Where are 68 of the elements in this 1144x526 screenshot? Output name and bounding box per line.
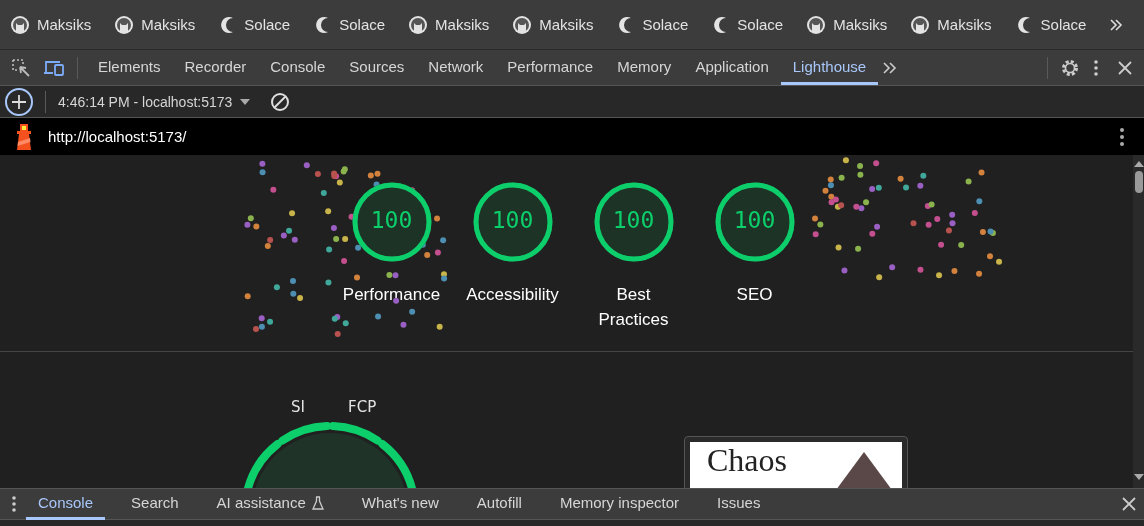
score-value: 100 — [611, 207, 656, 233]
bookmark[interactable]: Maksiks — [806, 14, 888, 35]
close-icon[interactable] — [1118, 60, 1132, 75]
panel-tab[interactable]: Elements — [86, 50, 173, 85]
close-icon[interactable] — [1122, 497, 1136, 511]
bookmark[interactable]: Solace — [616, 16, 689, 33]
cat-icon — [910, 14, 931, 35]
bookmark[interactable]: Maksiks — [512, 14, 594, 35]
bookmark[interactable]: Maksiks — [910, 14, 992, 35]
drawer-tab[interactable]: AI assistance — [204, 488, 336, 520]
chevron-icon[interactable] — [882, 60, 899, 75]
scroll-down-icon[interactable] — [1133, 474, 1144, 480]
panel-tab[interactable]: Sources — [337, 50, 417, 85]
page-url: http://localhost:5173/ — [48, 128, 187, 145]
moon-icon — [1017, 16, 1031, 33]
metric-label: FCP — [348, 398, 377, 417]
moon-icon — [619, 16, 633, 33]
bookmark[interactable]: Maksiks — [10, 14, 92, 35]
scrollbar[interactable] — [1133, 155, 1144, 488]
cat-icon — [806, 14, 827, 35]
settings-icon[interactable] — [1060, 57, 1080, 78]
moon-icon — [316, 16, 330, 33]
new-report-button[interactable] — [5, 87, 33, 116]
cat-icon — [114, 14, 135, 35]
moon-icon — [221, 16, 235, 33]
bookmark[interactable]: Solace — [1014, 16, 1087, 33]
plus-icon — [11, 93, 27, 110]
metric-label: SI — [290, 398, 305, 417]
panel-tab[interactable]: Console — [258, 50, 338, 85]
drawer-tab[interactable]: What's new — [349, 488, 451, 520]
panel-tab[interactable]: Application — [683, 50, 781, 85]
category-label[interactable]: SEO — [736, 282, 773, 307]
chevron-icon[interactable] — [1109, 17, 1124, 32]
cat-icon — [512, 14, 533, 35]
scroll-up-icon[interactable] — [1133, 161, 1144, 167]
category-label[interactable]: Best Practices — [583, 282, 684, 332]
report-dropdown[interactable]: 4:46:14 PM - localhost:5173 — [58, 93, 251, 110]
scrollbar-thumb[interactable] — [1134, 171, 1143, 193]
drawer-tab[interactable]: Search — [119, 488, 191, 520]
screenshot-title: Chaos — [707, 442, 787, 479]
more-icon[interactable] — [1120, 127, 1124, 146]
drawer-tab[interactable]: Autofill — [464, 488, 534, 520]
panel-tab[interactable]: Network — [416, 50, 496, 85]
more-icon[interactable] — [1094, 59, 1098, 76]
category-label[interactable]: Accessibility — [466, 282, 559, 307]
caret-icon — [240, 98, 251, 105]
score-value: 100 — [490, 207, 535, 233]
bookmark[interactable]: Maksiks — [114, 14, 196, 35]
bookmark[interactable]: Solace — [711, 16, 784, 33]
inspect-icon[interactable] — [11, 57, 31, 78]
bookmark[interactable]: Solace — [218, 16, 291, 33]
bookmark[interactable]: Solace — [313, 16, 386, 33]
category-label[interactable]: Performance — [342, 282, 441, 307]
panel-tab[interactable]: Recorder — [172, 50, 259, 85]
lighthouse-icon — [14, 121, 34, 152]
drawer-tab[interactable]: Memory inspector — [547, 488, 692, 520]
flask-icon — [311, 495, 324, 510]
cat-icon — [10, 14, 30, 35]
moon-icon — [714, 16, 728, 33]
clear-icon[interactable] — [270, 91, 291, 112]
bookmark[interactable]: Maksiks — [408, 14, 490, 35]
score-value: 100 — [369, 207, 414, 233]
panel-tab[interactable]: Performance — [495, 50, 606, 85]
score-value: 100 — [732, 207, 777, 233]
drawer-tab[interactable]: Issues — [705, 488, 773, 520]
panel-tab[interactable]: Memory — [605, 50, 684, 85]
cat-icon — [408, 14, 429, 35]
more-icon[interactable] — [12, 496, 16, 512]
